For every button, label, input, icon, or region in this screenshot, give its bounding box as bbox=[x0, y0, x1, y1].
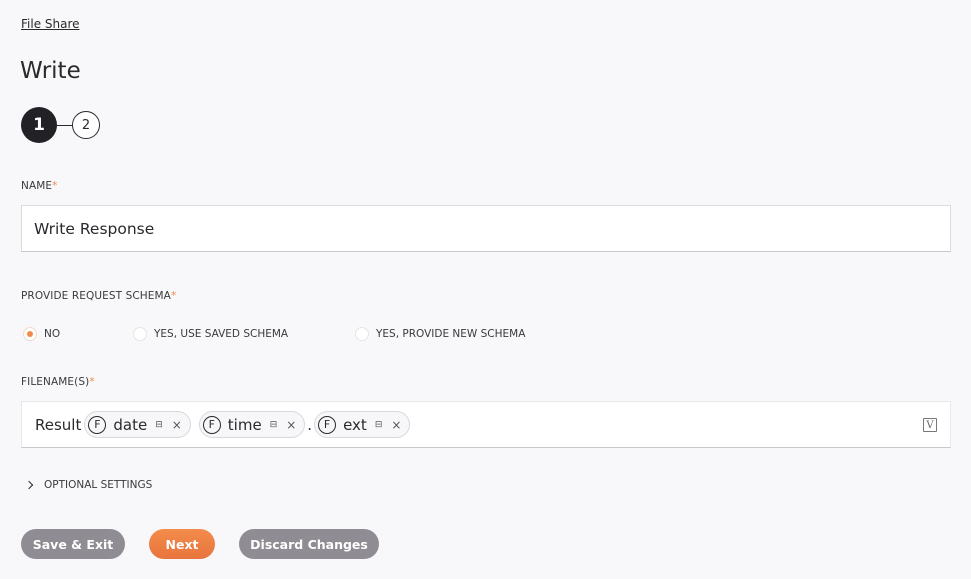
remove-tag-icon[interactable]: × bbox=[391, 418, 401, 432]
function-badge-icon: F bbox=[318, 415, 337, 434]
function-badge-icon: F bbox=[88, 415, 107, 434]
next-button[interactable]: Next bbox=[149, 529, 215, 559]
name-input[interactable]: Write Response bbox=[21, 205, 951, 252]
function-badge-icon: F bbox=[202, 415, 221, 434]
filenames-label-text: FILENAME(S) bbox=[21, 376, 90, 388]
radio-use-saved-label: YES, USE SAVED SCHEMA bbox=[154, 328, 289, 340]
discard-changes-button[interactable]: Discard Changes bbox=[239, 529, 379, 559]
required-mark: * bbox=[170, 290, 177, 302]
tag-name: time bbox=[227, 415, 262, 434]
radio-unchecked-icon[interactable] bbox=[355, 327, 369, 341]
remove-tag-icon[interactable]: × bbox=[172, 418, 182, 432]
step-1[interactable]: 1 bbox=[21, 107, 57, 143]
step-connector bbox=[57, 124, 72, 126]
schema-radio-group: NO YES, USE SAVED SCHEMA YES, PROVIDE NE… bbox=[23, 327, 525, 341]
collapse-icon[interactable]: ⊟ bbox=[270, 420, 278, 430]
function-tag-date[interactable]: F date ⊟ × bbox=[84, 411, 191, 438]
variable-icon[interactable]: V bbox=[923, 418, 937, 432]
optional-settings-toggle[interactable]: OPTIONAL SETTINGS bbox=[24, 479, 153, 491]
save-exit-button[interactable]: Save & Exit bbox=[21, 529, 125, 559]
function-tag-ext[interactable]: F ext ⊟ × bbox=[314, 411, 411, 438]
separator-text: . bbox=[307, 415, 313, 434]
radio-use-saved-schema[interactable]: YES, USE SAVED SCHEMA bbox=[133, 327, 355, 341]
page-title: Write bbox=[20, 58, 81, 84]
radio-checked-icon[interactable] bbox=[23, 327, 37, 341]
collapse-icon[interactable]: ⊟ bbox=[375, 420, 383, 430]
radio-no-label: NO bbox=[44, 328, 61, 340]
chevron-right-icon bbox=[24, 480, 34, 490]
filenames-label: FILENAME(S)* bbox=[21, 376, 95, 388]
schema-label-text: PROVIDE REQUEST SCHEMA bbox=[21, 290, 171, 302]
name-input-value: Write Response bbox=[34, 219, 155, 238]
radio-provide-new-label: YES, PROVIDE NEW SCHEMA bbox=[376, 328, 526, 340]
stepper: 1 2 bbox=[21, 107, 100, 143]
name-label-text: NAME bbox=[21, 180, 53, 192]
radio-no[interactable]: NO bbox=[23, 327, 133, 341]
tag-name: ext bbox=[343, 415, 367, 434]
required-mark: * bbox=[89, 376, 95, 388]
breadcrumb-file-share[interactable]: File Share bbox=[21, 17, 80, 31]
optional-settings-label: OPTIONAL SETTINGS bbox=[44, 479, 153, 491]
step-2[interactable]: 2 bbox=[72, 111, 100, 139]
schema-label: PROVIDE REQUEST SCHEMA* bbox=[21, 290, 176, 302]
required-mark: * bbox=[52, 180, 58, 192]
tag-name: date bbox=[113, 415, 148, 434]
radio-unchecked-icon[interactable] bbox=[133, 327, 147, 341]
filenames-input[interactable]: Result F date ⊟ × F time ⊟ × . F ext ⊟ ×… bbox=[21, 401, 951, 448]
filename-prefix-text: Result bbox=[35, 415, 82, 434]
function-tag-time[interactable]: F time ⊟ × bbox=[198, 411, 306, 438]
collapse-icon[interactable]: ⊟ bbox=[155, 420, 163, 430]
remove-tag-icon[interactable]: × bbox=[286, 418, 296, 432]
radio-provide-new-schema[interactable]: YES, PROVIDE NEW SCHEMA bbox=[355, 327, 525, 341]
name-label: NAME* bbox=[21, 180, 58, 192]
